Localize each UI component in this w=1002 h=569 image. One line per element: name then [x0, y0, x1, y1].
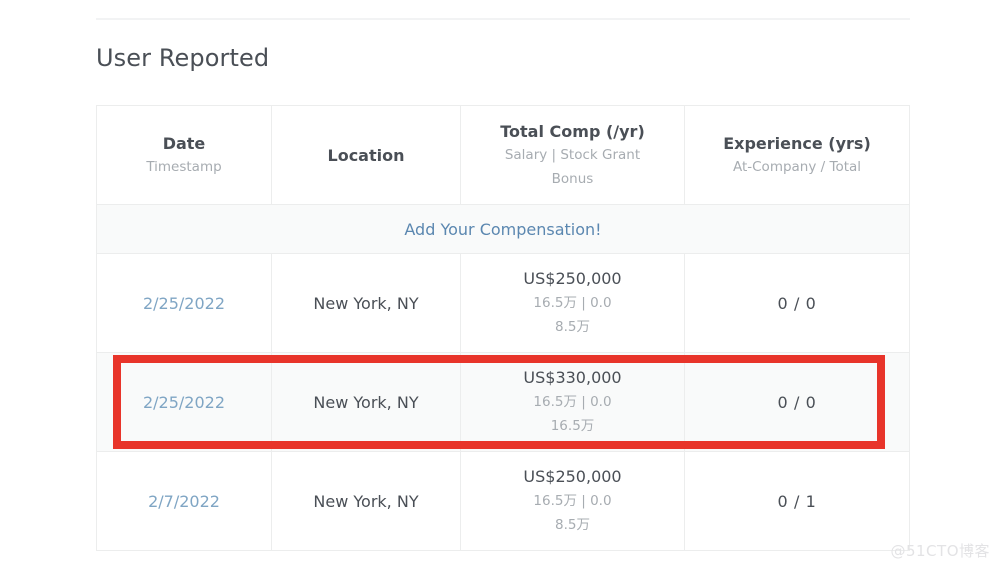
cell-location: New York, NY — [271, 451, 461, 551]
column-header-date[interactable]: Date Timestamp — [96, 105, 272, 205]
total-comp-value: US$250,000 — [523, 467, 622, 486]
table-row[interactable]: 2/25/2022 New York, NY US$330,000 16.5万 … — [96, 352, 910, 452]
cell-total-comp: US$250,000 16.5万 | 0.0 8.5万 — [460, 451, 685, 551]
total-comp-value: US$330,000 — [523, 368, 622, 387]
top-divider — [96, 18, 910, 20]
cell-experience: 0 / 0 — [684, 253, 910, 353]
column-header-total-comp-subtitle: Salary | Stock Grant — [504, 146, 641, 163]
table-row[interactable]: 2/7/2022 New York, NY US$250,000 16.5万 |… — [96, 451, 910, 551]
bonus-value: 8.5万 — [555, 319, 590, 335]
experience-value: 0 / 1 — [777, 491, 817, 511]
column-header-location-title: Location — [327, 145, 405, 165]
column-header-date-subtitle: Timestamp — [146, 158, 222, 175]
cell-experience: 0 / 0 — [684, 352, 910, 452]
bonus-value: 16.5万 — [550, 418, 595, 434]
column-header-date-title: Date — [162, 133, 206, 153]
table-header-row: Date Timestamp Location Total Comp (/yr)… — [96, 105, 910, 205]
table-header: Date Timestamp Location Total Comp (/yr)… — [96, 105, 910, 205]
column-header-experience-subtitle: At-Company / Total — [732, 158, 862, 175]
table-row[interactable]: 2/25/2022 New York, NY US$250,000 16.5万 … — [96, 253, 910, 353]
total-comp-value: US$250,000 — [523, 269, 622, 288]
table-body: Add Your Compensation! 2/25/2022 New Yor… — [96, 204, 910, 551]
cell-date[interactable]: 2/25/2022 — [96, 253, 272, 353]
column-header-total-comp-subtitle2: Bonus — [551, 170, 594, 187]
column-header-total-comp-title: Total Comp (/yr) — [500, 121, 645, 141]
add-your-compensation-link[interactable]: Add Your Compensation! — [404, 220, 601, 239]
location-value: New York, NY — [313, 392, 419, 412]
page-title: User Reported — [96, 44, 270, 72]
watermark: @51CTO博客 — [890, 542, 990, 560]
experience-value: 0 / 0 — [777, 392, 817, 412]
cell-date[interactable]: 2/7/2022 — [96, 451, 272, 551]
salary-stock-value: 16.5万 | 0.0 — [533, 394, 612, 410]
salary-stock-value: 16.5万 | 0.0 — [533, 493, 612, 509]
column-header-experience-title: Experience (yrs) — [723, 133, 871, 153]
experience-value: 0 / 0 — [777, 293, 817, 313]
cell-total-comp: US$330,000 16.5万 | 0.0 16.5万 — [460, 352, 685, 452]
column-header-location[interactable]: Location — [271, 105, 461, 205]
date-link[interactable]: 2/25/2022 — [143, 294, 225, 313]
cell-location: New York, NY — [271, 253, 461, 353]
cell-experience: 0 / 1 — [684, 451, 910, 551]
cell-location: New York, NY — [271, 352, 461, 452]
add-compensation-cell[interactable]: Add Your Compensation! — [96, 204, 910, 254]
add-compensation-row[interactable]: Add Your Compensation! — [96, 204, 910, 254]
location-value: New York, NY — [313, 293, 419, 313]
bonus-value: 8.5万 — [555, 517, 590, 533]
location-value: New York, NY — [313, 491, 419, 511]
cell-total-comp: US$250,000 16.5万 | 0.0 8.5万 — [460, 253, 685, 353]
date-link[interactable]: 2/25/2022 — [143, 393, 225, 412]
column-header-total-comp[interactable]: Total Comp (/yr) Salary | Stock Grant Bo… — [460, 105, 685, 205]
column-header-experience[interactable]: Experience (yrs) At-Company / Total — [684, 105, 910, 205]
cell-date[interactable]: 2/25/2022 — [96, 352, 272, 452]
user-reported-compensation-table: Date Timestamp Location Total Comp (/yr)… — [96, 105, 910, 551]
date-link[interactable]: 2/7/2022 — [148, 492, 220, 511]
salary-stock-value: 16.5万 | 0.0 — [533, 295, 612, 311]
